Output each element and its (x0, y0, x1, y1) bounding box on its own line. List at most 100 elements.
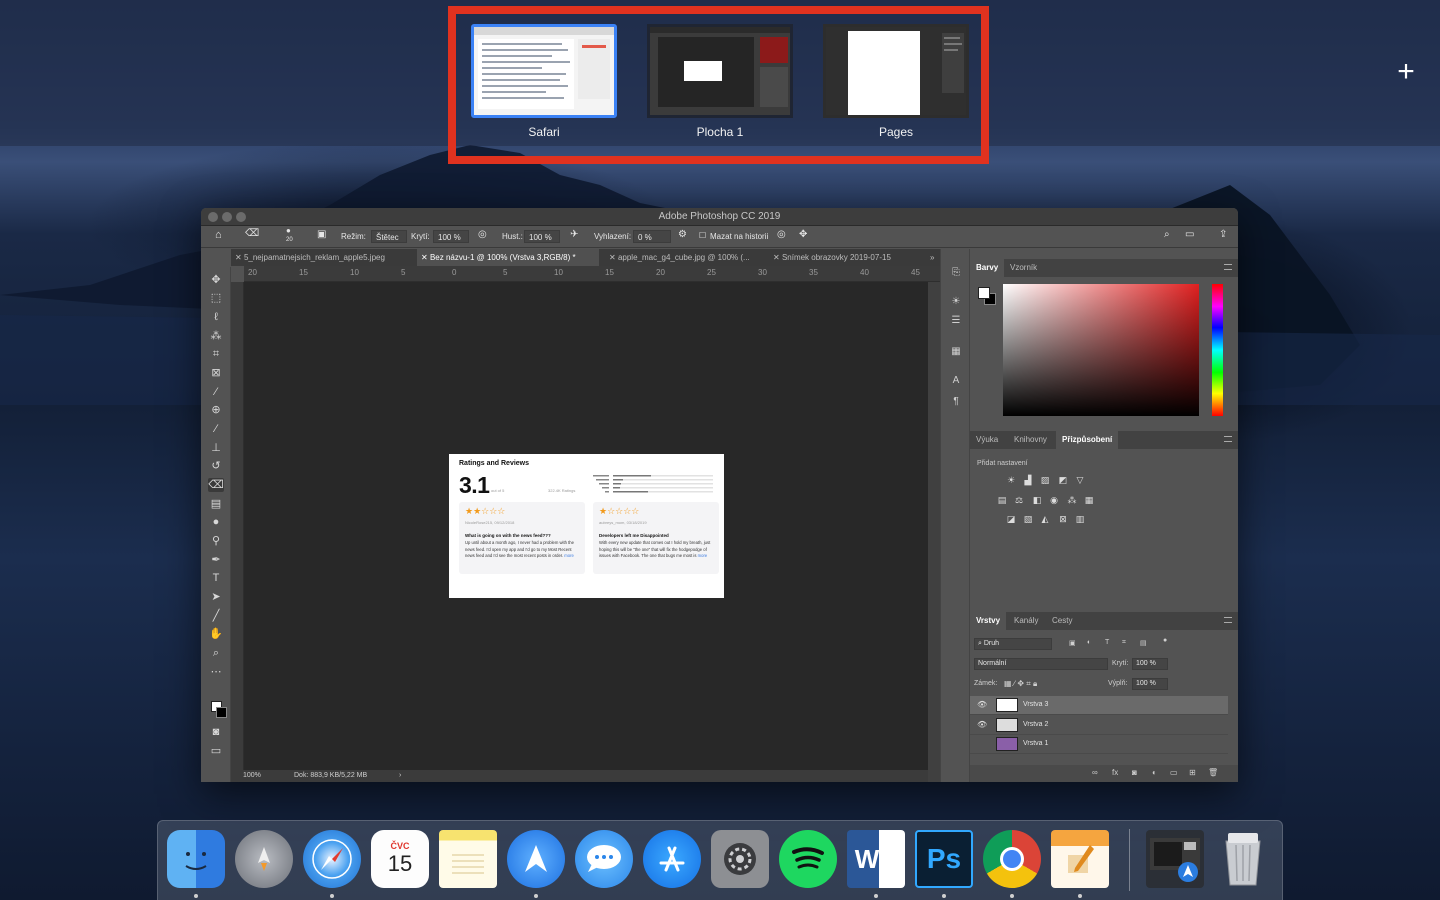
exposure-icon[interactable]: ◩ (1057, 475, 1069, 485)
tab-knihovny[interactable]: Knihovny (1008, 431, 1053, 449)
layer-row[interactable]: 👁︎ Vrstva 2 (970, 716, 1228, 735)
lock-icons[interactable]: ▦ ∕ ✥ ⌗ 🔒︎ (1004, 679, 1037, 689)
spotify-icon[interactable] (779, 830, 837, 888)
word-icon[interactable]: W (847, 830, 905, 888)
blend-mode-select[interactable]: Normální (974, 658, 1108, 670)
frame-tool-icon[interactable]: ⊠ (208, 366, 224, 380)
flow-field[interactable]: 100 % (524, 230, 560, 243)
gradient-map-icon[interactable]: ▥ (1074, 514, 1086, 524)
tab-document[interactable]: ✕ Snímek obrazovky 2019-07-15 (769, 249, 919, 266)
document-canvas[interactable]: Ratings and Reviews 3.1 out of 5 322.4K … (449, 454, 724, 598)
eraser-tool-icon[interactable]: ⌫ (208, 478, 224, 492)
eye-icon[interactable]: 👁︎ (977, 700, 987, 709)
trash-icon[interactable] (1214, 830, 1272, 888)
healing-brush-icon[interactable]: ⊕ (208, 403, 224, 417)
hue-slider[interactable] (1212, 284, 1223, 416)
filter-type-icon[interactable]: T (1105, 639, 1109, 646)
selective-color-icon[interactable]: ⊠ (1057, 514, 1069, 524)
fill-field[interactable]: 100 % (1132, 678, 1168, 690)
history-panel-icon[interactable]: ⎘ (949, 267, 963, 279)
character-panel-icon[interactable]: A (949, 375, 963, 387)
vibrance-icon[interactable]: ▽ (1074, 475, 1086, 485)
channel-mixer-icon[interactable]: ⁂ (1066, 495, 1078, 505)
line-tool-icon[interactable]: ╱ (208, 609, 224, 623)
pressure-size-icon[interactable]: ◎ (777, 229, 786, 240)
canvas-scrollbar[interactable] (928, 282, 940, 782)
status-arrow-icon[interactable]: › (399, 772, 401, 779)
quick-mask-icon[interactable]: ◙ (208, 725, 224, 739)
airbrush-icon[interactable]: ✈ (570, 229, 578, 240)
color-balance-icon[interactable]: ⚖ (1013, 495, 1025, 505)
history-brush-icon[interactable]: ↺ (208, 459, 224, 473)
new-layer-icon[interactable]: ⊞ (1189, 768, 1196, 777)
move-tool-icon[interactable]: ✥ (208, 273, 224, 287)
filter-smart-icon[interactable]: ▤ (1140, 639, 1147, 647)
invert-icon[interactable]: ◪ (1005, 514, 1017, 524)
threshold-icon[interactable]: ◭ (1039, 514, 1051, 524)
layer-row[interactable]: Vrstva 1 (970, 735, 1228, 754)
link-layers-icon[interactable]: ∞ (1092, 768, 1098, 777)
notes-icon[interactable] (439, 830, 497, 888)
add-mask-icon[interactable]: ◙ (1132, 768, 1137, 777)
mode-select[interactable]: Štětec (371, 230, 407, 243)
type-tool-icon[interactable]: T (208, 571, 224, 585)
erase-history-checkbox[interactable]: ☐ (699, 231, 706, 240)
chrome-icon[interactable] (983, 830, 1041, 888)
foreground-color-swatch[interactable] (978, 287, 990, 299)
tab-barvy[interactable]: Barvy (970, 259, 1005, 277)
crop-tool-icon[interactable]: ⌗ (208, 347, 224, 361)
hand-tool-icon[interactable]: ✋ (208, 627, 224, 641)
tab-prizpusobeni[interactable]: Přizpůsobení (1056, 431, 1119, 449)
layer-row[interactable]: 👁︎ Vrstva 3 (970, 696, 1228, 715)
system-preferences-icon[interactable] (711, 830, 769, 888)
pen-tool-icon[interactable]: ✒ (208, 553, 224, 567)
lasso-tool-icon[interactable]: ℓ (208, 310, 224, 324)
opacity-field[interactable]: 100 % (1132, 658, 1168, 670)
new-group-icon[interactable]: ▭ (1170, 768, 1178, 777)
filter-adjustment-icon[interactable]: ◐ (1087, 639, 1091, 646)
share-icon[interactable]: ⇪ (1219, 229, 1227, 240)
background-color-swatch[interactable] (216, 707, 227, 718)
brightness-icon[interactable]: ☀ (1005, 475, 1017, 485)
posterize-icon[interactable]: ▧ (1022, 514, 1034, 524)
light-panel-icon[interactable]: ☀ (949, 296, 963, 308)
more-tools-icon[interactable]: ⋯ (208, 665, 224, 679)
curves-icon[interactable]: ▨ (1039, 475, 1051, 485)
black-white-icon[interactable]: ◧ (1031, 495, 1043, 505)
clone-stamp-icon[interactable]: ⊥ (208, 441, 224, 455)
gear-icon[interactable]: ⚙ (678, 229, 687, 240)
close-button[interactable] (208, 212, 218, 222)
panel-menu-icon[interactable] (1224, 264, 1232, 270)
panel-menu-icon[interactable] (1224, 436, 1232, 442)
tab-vzornik[interactable]: Vzorník (1004, 259, 1043, 277)
magic-wand-icon[interactable]: ⁂ (208, 329, 224, 343)
color-lookup-icon[interactable]: ▦ (1083, 495, 1095, 505)
calendar-icon[interactable]: ČVC 15 (371, 830, 429, 888)
tab-kanaly[interactable]: Kanály (1008, 612, 1044, 630)
levels-icon[interactable]: ▟ (1022, 475, 1034, 485)
tab-cesty[interactable]: Cesty (1046, 612, 1078, 630)
layer-filter-select[interactable]: ⌕ Druh (974, 638, 1052, 650)
eye-icon[interactable]: 👁︎ (977, 720, 987, 729)
search-icon[interactable]: ⌕ (1164, 229, 1170, 240)
tab-vrstvy[interactable]: Vrstvy (970, 612, 1007, 630)
workspace-icon[interactable]: ▭ (1185, 229, 1194, 240)
tab-document[interactable]: ✕ 5_nejpamatnejsich_reklam_apple5.jpeg (231, 249, 414, 266)
finder-icon[interactable] (167, 830, 225, 888)
brush-panel-icon[interactable]: ▣ (317, 229, 326, 240)
tab-vyuka[interactable]: Výuka (970, 431, 1004, 449)
adjust-panel-icon[interactable]: ☰ (949, 315, 963, 327)
color-picker-field[interactable] (1003, 284, 1199, 416)
plus-icon[interactable]: + (1392, 57, 1420, 87)
blur-tool-icon[interactable]: ● (208, 515, 224, 529)
brush-preset-icon[interactable]: ● (286, 226, 291, 235)
more-tabs-icon[interactable]: » (926, 249, 934, 266)
minimize-button[interactable] (222, 212, 232, 222)
paragraph-panel-icon[interactable]: ¶ (949, 396, 963, 408)
path-selection-icon[interactable]: ➤ (208, 590, 224, 604)
pressure-opacity-icon[interactable]: ◎ (478, 229, 487, 240)
filter-shape-icon[interactable]: ⌗ (1122, 639, 1126, 647)
eraser-tool-icon[interactable]: ⌫ (245, 228, 259, 239)
zoom-button[interactable] (236, 212, 246, 222)
new-adjustment-icon[interactable]: ◐ (1152, 768, 1157, 777)
